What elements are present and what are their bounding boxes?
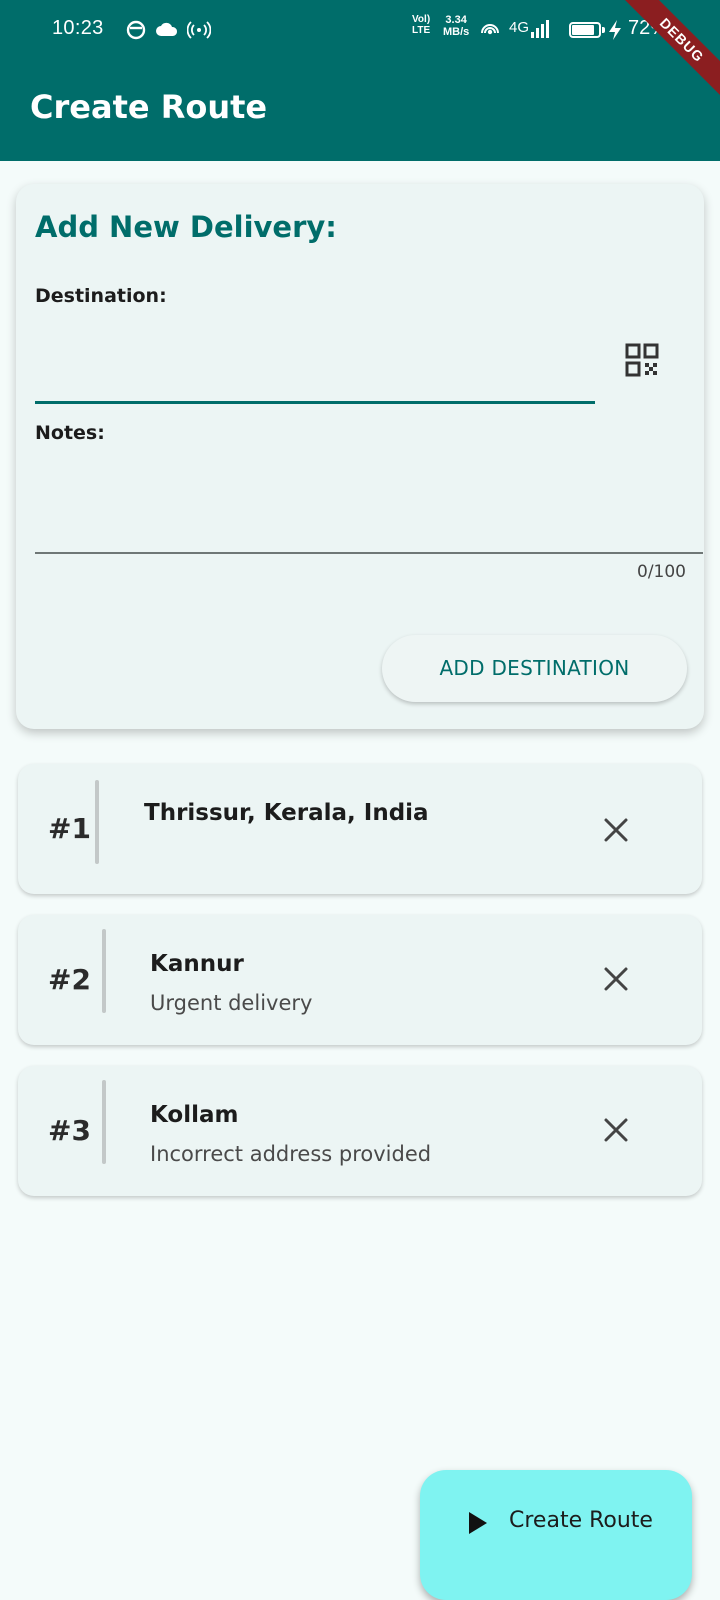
wifi-call-icon <box>481 24 499 35</box>
notes-label: Notes: <box>35 422 105 444</box>
network-type: 4G <box>509 19 530 36</box>
destination-label: Destination: <box>35 285 167 307</box>
divider <box>102 1080 106 1164</box>
divider <box>95 780 99 864</box>
create-route-label: Create Route <box>509 1508 653 1533</box>
hotspot-icon <box>187 21 211 39</box>
divider <box>102 929 106 1013</box>
notes-char-counter: 0/100 <box>637 562 686 582</box>
remove-delivery-button[interactable] <box>598 1112 634 1148</box>
play-icon <box>469 1512 487 1534</box>
add-delivery-card: Add New Delivery: Destination: Notes: 0/… <box>16 184 704 729</box>
notes-input[interactable] <box>35 469 703 549</box>
volte-label: Vol) <box>412 14 431 25</box>
speed-unit: MB/s <box>443 26 470 38</box>
delivery-name: Thrissur, Kerala, India <box>144 800 429 826</box>
notes-underline <box>35 552 703 554</box>
signal-icon <box>531 20 549 38</box>
form-title: Add New Delivery: <box>35 210 337 244</box>
remove-delivery-button[interactable] <box>598 812 634 848</box>
qr-code-icon[interactable] <box>624 342 660 378</box>
delivery-note: Incorrect address provided <box>150 1142 432 1166</box>
delivery-name: Kollam <box>150 1102 239 1128</box>
lte-label: LTE <box>412 25 431 36</box>
add-destination-button[interactable]: ADD DESTINATION <box>382 635 687 702</box>
status-bar: 10:23 Vol) LTE 3.34 MB/s 4G 72% <box>0 0 720 60</box>
volte-indicator: Vol) LTE <box>412 14 430 36</box>
notification-icon <box>126 20 146 40</box>
battery-icon <box>569 22 605 38</box>
status-time: 10:23 <box>52 17 104 39</box>
network-speed: 3.34 MB/s <box>443 14 469 38</box>
delivery-note: Urgent delivery <box>150 991 313 1015</box>
list-item: #2 Kannur Urgent delivery <box>18 915 702 1045</box>
list-item: #1 Thrissur, Kerala, India <box>18 764 702 894</box>
create-route-button[interactable]: Create Route <box>420 1470 692 1600</box>
remove-delivery-button[interactable] <box>598 961 634 997</box>
app-header: 10:23 Vol) LTE 3.34 MB/s 4G 72% DEBUG Cr… <box>0 0 720 161</box>
page-title: Create Route <box>30 88 268 126</box>
list-item: #3 Kollam Incorrect address provided <box>18 1066 702 1196</box>
destination-underline <box>35 401 595 404</box>
delivery-number: #1 <box>48 812 91 845</box>
delivery-number: #2 <box>48 963 91 996</box>
destination-input[interactable] <box>35 329 595 395</box>
delivery-name: Kannur <box>150 951 244 977</box>
charging-icon <box>609 20 621 40</box>
speed-value: 3.34 <box>445 14 467 26</box>
delivery-number: #3 <box>48 1114 91 1147</box>
cloud-icon <box>156 22 178 36</box>
